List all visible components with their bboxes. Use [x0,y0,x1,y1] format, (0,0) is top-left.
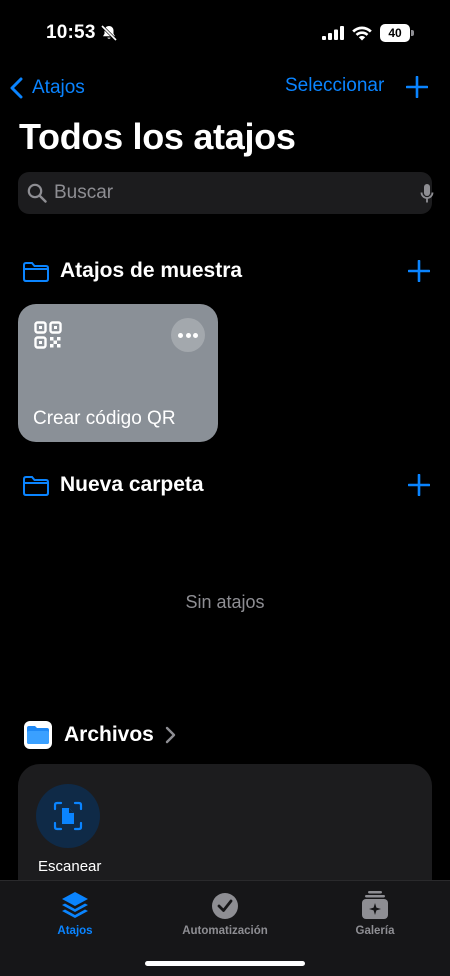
select-button[interactable]: Seleccionar [285,75,384,97]
tab-atajos[interactable]: Atajos [10,889,140,937]
page-title: Todos los atajos [19,116,296,157]
files-app-icon [24,721,52,749]
ellipsis-icon [193,333,198,338]
qr-code-icon [34,321,62,349]
scan-label: Escanear [38,858,102,875]
microphone-icon[interactable] [420,183,434,204]
search-bar[interactable] [18,172,434,214]
tab-automatizacion[interactable]: Automatización [160,889,290,937]
tab-label: Automatización [182,925,268,937]
document-scan-icon [53,801,83,831]
battery-level: 40 [380,24,410,42]
chevron-left-icon [10,77,23,99]
status-bar: 10:53 40 [0,0,450,64]
ellipsis-icon [178,333,183,338]
add-to-folder-icon[interactable] [408,474,430,496]
folder-icon [27,726,49,744]
back-label: Atajos [32,77,85,98]
tab-galeria[interactable]: Galería [310,889,440,937]
bell-slash-icon [100,24,118,42]
battery-indicator: 40 [380,24,414,42]
gallery-icon [362,891,388,919]
files-title: Archivos [64,723,154,746]
tab-label: Galería [355,925,395,937]
folder-icon [23,262,49,282]
shortcut-label: Crear código QR [33,408,176,429]
folder-icon [23,476,49,496]
folder-section-header[interactable]: Atajos de muestra [22,258,430,288]
folder-title: Atajos de muestra [60,259,243,282]
ellipsis-icon [185,333,191,338]
more-options-button[interactable] [171,318,205,352]
battery-tip [411,30,414,36]
status-time: 10:53 [46,22,96,43]
chevron-right-icon [165,726,176,744]
search-input[interactable] [54,172,384,214]
home-indicator [145,961,305,966]
folder-title: Nueva carpeta [60,473,204,496]
layers-icon [62,892,88,918]
scan-document-button[interactable] [36,784,100,848]
back-button[interactable]: Atajos [8,74,85,102]
folder-section-header[interactable]: Nueva carpeta [22,472,430,502]
search-icon [27,183,47,203]
cellular-signal-icon [322,26,344,40]
wifi-icon [352,26,372,41]
add-to-folder-icon[interactable] [408,260,430,282]
tab-label: Atajos [57,925,93,937]
add-shortcut-icon[interactable] [406,76,428,98]
shortcut-card[interactable]: Crear código QR [18,304,218,442]
clock-check-icon [212,893,238,919]
empty-state-text: Sin atajos [185,592,265,612]
files-section-header[interactable]: Archivos [24,720,176,750]
